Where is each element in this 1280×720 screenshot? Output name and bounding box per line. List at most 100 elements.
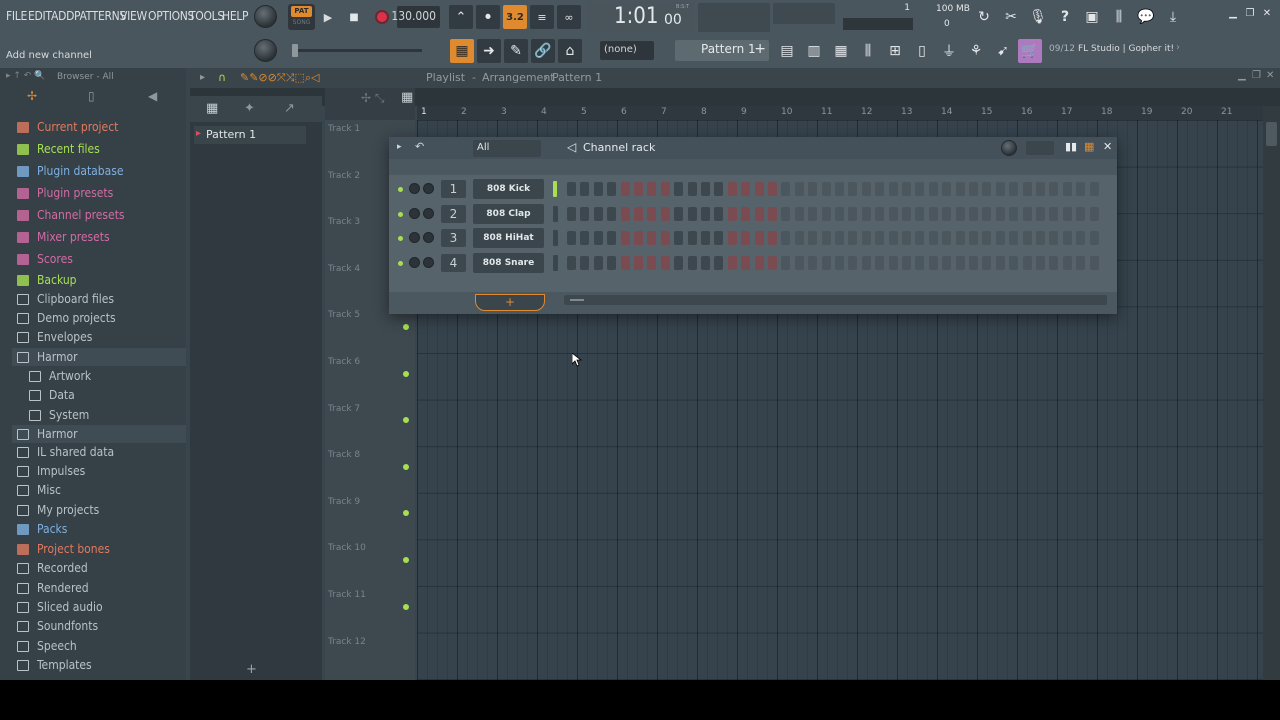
step-button[interactable] <box>1009 206 1019 221</box>
menu-view[interactable]: VIEW <box>120 9 147 23</box>
browser-send-icon[interactable]: ◀ <box>148 89 157 103</box>
browser-item[interactable]: Harmor <box>12 348 186 366</box>
tempo-tapper-button[interactable]: ⚘ <box>964 39 988 63</box>
step-button[interactable] <box>1062 206 1072 221</box>
step-button[interactable] <box>982 256 992 271</box>
step-button[interactable] <box>741 182 751 196</box>
channel-select-indicator[interactable] <box>553 181 557 197</box>
track-label[interactable]: Track 8 <box>328 450 360 460</box>
step-button[interactable] <box>902 206 911 221</box>
step-button[interactable] <box>580 206 590 221</box>
browser-item[interactable]: Backup <box>12 271 186 289</box>
browser-item[interactable]: Impulses <box>12 462 186 480</box>
step-button[interactable] <box>835 256 844 271</box>
stamp-button[interactable]: ⌂ <box>558 39 582 63</box>
step-button[interactable] <box>687 256 697 271</box>
step-button[interactable] <box>781 256 791 271</box>
step-button[interactable] <box>969 206 978 221</box>
step-button[interactable] <box>754 256 764 271</box>
step-button[interactable] <box>995 182 1005 196</box>
step-button[interactable] <box>1036 231 1045 246</box>
step-button[interactable] <box>1022 256 1032 271</box>
step-button[interactable] <box>915 182 925 196</box>
step-button[interactable] <box>674 206 684 221</box>
step-button[interactable] <box>794 256 804 271</box>
chat-button[interactable]: 💬 <box>1134 5 1158 29</box>
step-button[interactable] <box>593 256 603 271</box>
step-button[interactable] <box>687 206 697 221</box>
playlist-view-button[interactable]: ▤ <box>775 39 799 63</box>
step-button[interactable] <box>942 182 952 196</box>
channel-select-indicator[interactable] <box>553 255 558 272</box>
step-button[interactable] <box>660 206 670 221</box>
rack-steps-icon[interactable]: ▦ <box>1084 140 1094 153</box>
step-button[interactable] <box>915 231 925 246</box>
close-button[interactable]: ✕ <box>1260 6 1274 20</box>
step-button[interactable] <box>808 182 818 196</box>
master-volume-knob[interactable] <box>254 5 277 28</box>
channel-name-button[interactable]: 808 Clap <box>473 203 544 224</box>
step-button[interactable] <box>607 206 617 221</box>
arrow-tool-button[interactable]: ➜ <box>477 39 501 63</box>
restore-button[interactable]: ❐ <box>1243 6 1257 20</box>
step-button[interactable] <box>714 256 724 271</box>
step-button[interactable] <box>674 256 684 271</box>
magnet-icon[interactable]: ∩ <box>218 71 226 84</box>
step-button[interactable] <box>982 182 992 196</box>
step-button[interactable] <box>794 231 804 246</box>
browser-item[interactable]: My projects <box>12 501 186 519</box>
step-button[interactable] <box>660 231 670 246</box>
step-button[interactable] <box>928 256 938 271</box>
step-button[interactable] <box>1089 256 1099 271</box>
step-button[interactable] <box>821 256 831 271</box>
step-button[interactable] <box>915 256 925 271</box>
step-button[interactable] <box>741 231 751 246</box>
browser-item[interactable]: Sliced audio <box>12 598 186 616</box>
menu-help[interactable]: HELP <box>222 9 249 23</box>
step-button[interactable] <box>1022 182 1032 196</box>
step-button[interactable] <box>701 256 710 271</box>
channel-name-button[interactable]: 808 HiHat <box>473 228 544 249</box>
step-button[interactable] <box>714 231 724 246</box>
step-button[interactable] <box>915 206 925 221</box>
step-button[interactable] <box>902 182 911 196</box>
step-button[interactable] <box>781 231 791 246</box>
step-button[interactable] <box>620 182 630 196</box>
channel-volume-knob[interactable] <box>423 183 434 194</box>
loop-record-button[interactable]: ∞ <box>557 5 581 29</box>
menu-patterns[interactable]: PATTERNS <box>74 9 126 23</box>
tempo-display[interactable]: 130.000 <box>391 6 440 28</box>
step-button[interactable] <box>1049 182 1059 196</box>
step-button[interactable] <box>969 231 978 246</box>
step-button[interactable] <box>848 256 858 271</box>
playlist-arrow-icon[interactable]: ▸ <box>200 72 205 83</box>
track-mute-dot[interactable] <box>403 324 409 330</box>
play-button[interactable]: ▶ <box>316 5 340 29</box>
step-button[interactable] <box>607 231 617 246</box>
channel-select-indicator[interactable] <box>553 230 558 247</box>
channel-volume-knob[interactable] <box>423 207 434 219</box>
step-button[interactable] <box>1062 182 1072 196</box>
save-button[interactable]: ▣ <box>1080 5 1104 29</box>
piano-roll-button[interactable]: ▦ <box>450 39 474 63</box>
add-channel-button[interactable]: + <box>475 294 545 311</box>
step-button[interactable] <box>593 231 603 246</box>
news-text[interactable]: FL Studio | Gopher it! <box>1078 44 1174 54</box>
step-button[interactable] <box>1076 231 1086 246</box>
rack-arrow-icon[interactable]: ▸ <box>397 142 402 152</box>
playlist-scrollbar[interactable] <box>1263 106 1280 680</box>
track-label[interactable]: Track 2 <box>328 171 360 181</box>
step-button[interactable] <box>620 206 630 221</box>
step-button[interactable] <box>1009 256 1019 271</box>
step-button[interactable] <box>1049 206 1059 221</box>
step-button[interactable] <box>674 231 684 246</box>
browser-item[interactable]: Artwork <box>24 367 186 385</box>
browser-item[interactable]: Current project <box>12 118 186 136</box>
browser-item[interactable]: Recent files <box>12 140 186 158</box>
step-button[interactable] <box>835 182 844 196</box>
step-button[interactable] <box>888 182 898 196</box>
step-button[interactable] <box>955 182 965 196</box>
rack-scroll-thumb[interactable] <box>570 299 584 301</box>
browser-view-button[interactable]: ⊞ <box>883 39 907 63</box>
browser-item[interactable]: IL shared data <box>12 443 186 461</box>
